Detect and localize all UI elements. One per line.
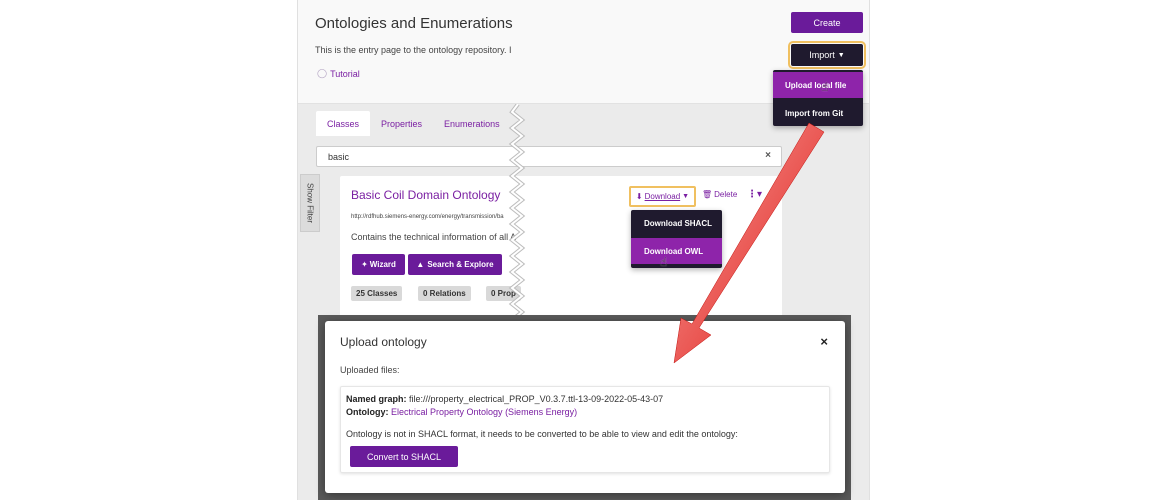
show-filter-label: Show Filter — [305, 182, 315, 223]
more-options-icon[interactable]: ⋮▾ — [747, 189, 762, 200]
ontology-line: Ontology: Electrical Property Ontology (… — [346, 407, 577, 417]
relations-count-badge: 0 Relations — [418, 286, 471, 301]
named-graph-line: Named graph: file:///property_electrical… — [346, 394, 663, 404]
trash-icon: 🗑 — [702, 190, 713, 199]
tab-classes[interactable]: Classes — [316, 111, 371, 136]
wand-icon: ✦ — [361, 260, 368, 269]
ontology-uri: http://rdfhub.siemens-energy.com/energy/… — [351, 214, 504, 220]
tab-enumerations[interactable]: Enumerations — [433, 111, 511, 136]
main-content: Classes Properties Enumerations basic × … — [298, 104, 869, 500]
ontology-card: Basic Coil Domain Ontology http://rdfhub… — [340, 176, 782, 336]
caret-down-icon: ▼ — [682, 193, 690, 200]
ontology-page: Ontologies and Enumerations This is the … — [297, 0, 870, 500]
tutorial-label: Tutorial — [330, 68, 360, 79]
convert-to-shacl-button[interactable]: Convert to SHACL — [350, 446, 458, 467]
shacl-message: Ontology is not in SHACL format, it need… — [346, 429, 738, 439]
tutorial-link[interactable]: ◯ Tutorial — [317, 68, 360, 79]
named-graph-value: file:///property_electrical_PROP_V0.3.7.… — [409, 394, 664, 404]
hand-cursor-icon: ☝ — [660, 255, 668, 269]
delete-button[interactable]: 🗑 Delete — [702, 190, 737, 199]
ontology-description: Contains the technical information of al… — [351, 232, 517, 242]
search-value: basic — [328, 151, 350, 162]
page-header: Ontologies and Enumerations This is the … — [298, 0, 869, 126]
clear-search-icon[interactable]: × — [765, 150, 771, 161]
wizard-label: Wizard — [369, 260, 396, 269]
upload-ontology-modal: Upload ontology × Uploaded files: Named … — [325, 321, 845, 493]
download-icon: ⬇ — [635, 192, 643, 201]
modal-title: Upload ontology — [340, 335, 427, 349]
import-button[interactable]: Import ▼ — [788, 41, 866, 69]
create-button[interactable]: Create — [791, 12, 863, 33]
ontology-title-link[interactable]: Basic Coil Domain Ontology — [351, 188, 500, 202]
page-title: Ontologies and Enumerations — [315, 15, 513, 32]
download-button[interactable]: ⬇ Download ▼ — [629, 186, 696, 207]
classes-count-badge: 25 Classes — [351, 286, 403, 301]
search-explore-label: Search & Explore — [427, 260, 494, 269]
delete-label: Delete — [714, 190, 738, 199]
download-menu: Download SHACL Download OWL — [631, 210, 722, 268]
search-input[interactable]: basic × — [316, 146, 782, 167]
menu-item-download-shacl[interactable]: Download SHACL — [631, 210, 722, 236]
tab-properties[interactable]: Properties — [370, 111, 433, 136]
uploaded-files-label: Uploaded files: — [340, 365, 400, 375]
menu-item-download-owl[interactable]: Download OWL — [631, 238, 722, 264]
ontology-link[interactable]: Electrical Property Ontology (Siemens En… — [391, 407, 577, 417]
close-icon[interactable]: × — [820, 334, 828, 349]
ontology-label: Ontology: — [346, 407, 389, 417]
menu-item-upload-local-file[interactable]: Upload local file — [773, 72, 863, 98]
import-label: Import — [809, 50, 835, 60]
show-filter-toggle[interactable]: Show Filter — [300, 174, 320, 232]
hand-cursor-icon: ☝ — [821, 80, 829, 94]
download-label: Download — [644, 192, 681, 201]
hierarchy-icon: ▲ — [416, 260, 425, 269]
wizard-button[interactable]: ✦ Wizard — [352, 254, 405, 275]
intro-text: This is the entry page to the ontology r… — [315, 45, 512, 55]
caret-down-icon: ▼ — [837, 51, 845, 59]
uploaded-file-entry: Named graph: file:///property_electrical… — [340, 386, 830, 473]
search-explore-button[interactable]: ▲ Search & Explore — [408, 254, 502, 275]
tab-bar: Classes Properties Enumerations — [316, 111, 511, 136]
lightbulb-icon: ◯ — [317, 68, 328, 78]
named-graph-label: Named graph: — [346, 394, 407, 404]
